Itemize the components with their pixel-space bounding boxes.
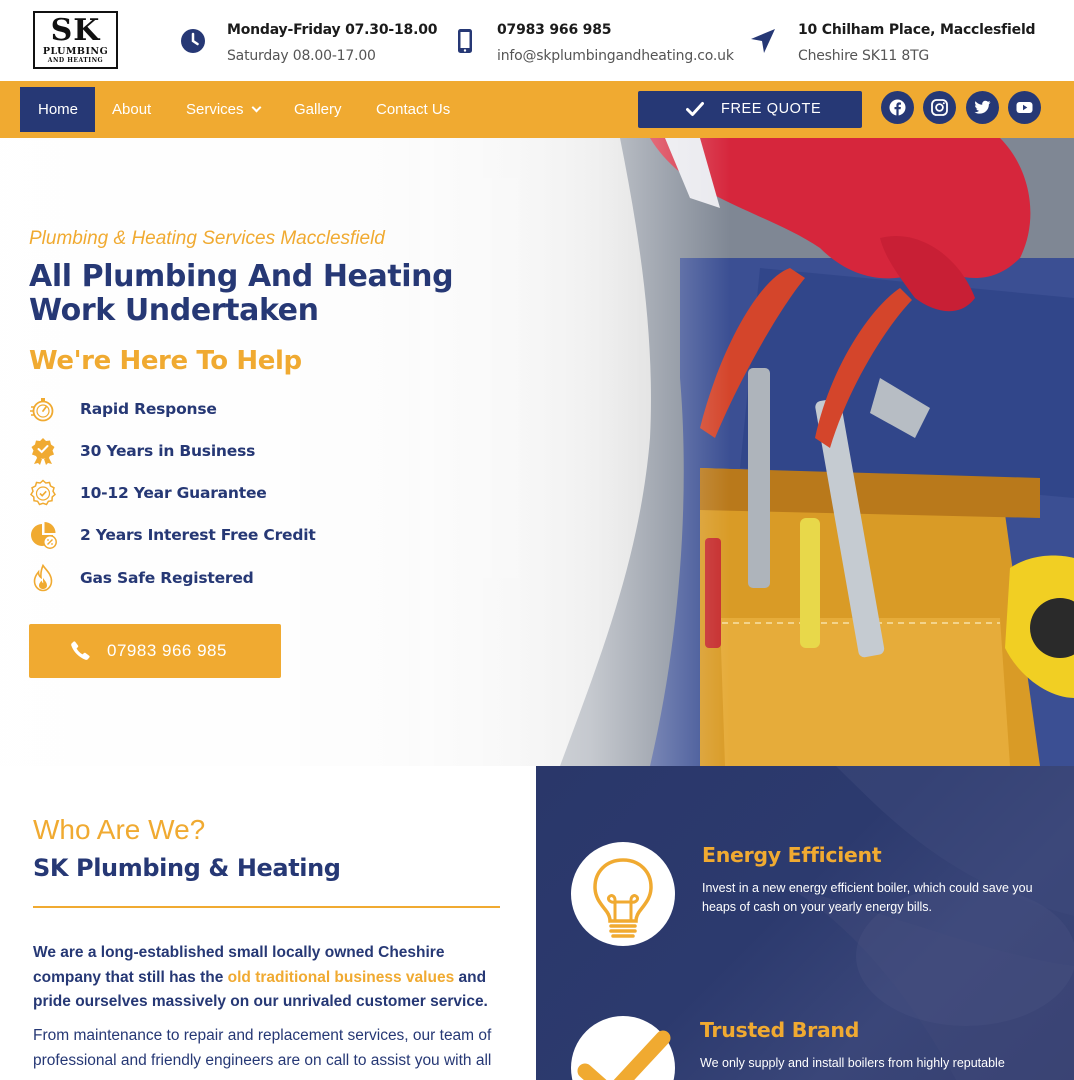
facebook-link[interactable]: [881, 91, 914, 124]
location-arrow-icon: [751, 29, 775, 53]
call-now-number: 07983 966 985: [107, 641, 227, 660]
feature-label: Gas Safe Registered: [80, 569, 254, 587]
twitter-link[interactable]: [966, 91, 999, 124]
checkmark-icon: [577, 1030, 671, 1080]
nav-about[interactable]: About: [112, 87, 151, 132]
benefit-title: Trusted Brand: [700, 1018, 860, 1042]
flame-icon: [33, 564, 53, 592]
feature-label: 30 Years in Business: [80, 442, 256, 460]
feature-item: Gas Safe Registered: [29, 564, 369, 594]
about-section: Who Are We? SK Plumbing & Heating We are…: [0, 766, 536, 1080]
phone-number[interactable]: 07983 966 985: [497, 22, 612, 38]
feature-item: Rapid Response: [29, 395, 369, 425]
check-icon: [686, 102, 704, 116]
feature-label: 10-12 Year Guarantee: [80, 484, 267, 502]
instagram-icon: [931, 99, 948, 116]
logo[interactable]: SK PLUMBING AND HEATING: [33, 11, 118, 69]
header-bar: SK PLUMBING AND HEATING Monday-Friday 07…: [0, 0, 1074, 81]
nav-home[interactable]: Home: [20, 87, 95, 132]
about-subtitle: SK Plumbing & Heating: [33, 854, 341, 882]
feature-label: Rapid Response: [80, 400, 217, 418]
hours-weekday: Monday-Friday 07.30-18.00: [227, 22, 438, 38]
benefit-icon-circle: [571, 842, 675, 946]
nav-services[interactable]: Services: [186, 87, 261, 132]
lightbulb-icon: [593, 858, 653, 938]
about-intro: We are a long-established small locally …: [33, 941, 503, 1015]
hero-tagline: Plumbing & Heating Services Macclesfield: [29, 228, 385, 249]
email-address[interactable]: info@skplumbingandheating.co.uk: [497, 48, 734, 64]
hero-subheadline: We're Here To Help: [29, 346, 302, 376]
about-body: From maintenance to repair and replaceme…: [33, 1027, 492, 1069]
logo-mark: SK: [50, 13, 101, 48]
benefit-text: Invest in a new energy efficient boiler,…: [702, 881, 1033, 914]
benefit-title: Energy Efficient: [702, 843, 882, 867]
clock-icon: [181, 29, 205, 53]
divider: [33, 906, 500, 908]
about-intro-highlight: old traditional business values: [227, 968, 455, 986]
nav-services-label: Services: [186, 101, 244, 118]
benefit-icon-circle: [571, 1016, 675, 1080]
youtube-link[interactable]: [1008, 91, 1041, 124]
pie-chart-percent-icon: [31, 522, 57, 549]
call-now-button[interactable]: 07983 966 985: [29, 624, 281, 678]
stopwatch-icon: [30, 398, 54, 422]
hero-headline: All Plumbing And Heating Work Undertaken: [29, 259, 454, 328]
feature-item: 2 Years Interest Free Credit: [29, 521, 369, 551]
benefits-panel: Energy Efficient Invest in a new energy …: [536, 766, 1074, 1080]
youtube-icon: [1016, 102, 1033, 113]
instagram-link[interactable]: [923, 91, 956, 124]
benefit-text: We only supply and install boilers from …: [700, 1056, 1005, 1070]
free-quote-label: FREE QUOTE: [721, 101, 822, 117]
address-line1: 10 Chilham Place, Macclesfield: [798, 22, 1036, 38]
facebook-icon: [889, 99, 906, 116]
address-line2: Cheshire SK11 8TG: [798, 48, 930, 64]
feature-item: 30 Years in Business: [29, 437, 369, 467]
twitter-icon: [974, 100, 991, 114]
nav-gallery[interactable]: Gallery: [294, 87, 342, 132]
logo-line2: AND HEATING: [47, 57, 104, 64]
feature-label: 2 Years Interest Free Credit: [80, 526, 316, 544]
guarantee-seal-icon: [30, 479, 56, 506]
feature-item: 10-12 Year Guarantee: [29, 479, 369, 509]
about-title: Who Are We?: [33, 814, 206, 845]
logo-line1: PLUMBING: [42, 46, 109, 57]
phone-icon: [71, 641, 90, 660]
award-badge-icon: [31, 438, 55, 465]
free-quote-button[interactable]: FREE QUOTE: [638, 91, 862, 128]
mobile-phone-icon: [458, 29, 472, 53]
hours-saturday: Saturday 08.00-17.00: [227, 48, 376, 64]
nav-contact-us[interactable]: Contact Us: [376, 87, 450, 132]
hero-section: Plumbing & Heating Services Macclesfield…: [0, 138, 1074, 766]
chevron-down-icon: [251, 102, 261, 113]
